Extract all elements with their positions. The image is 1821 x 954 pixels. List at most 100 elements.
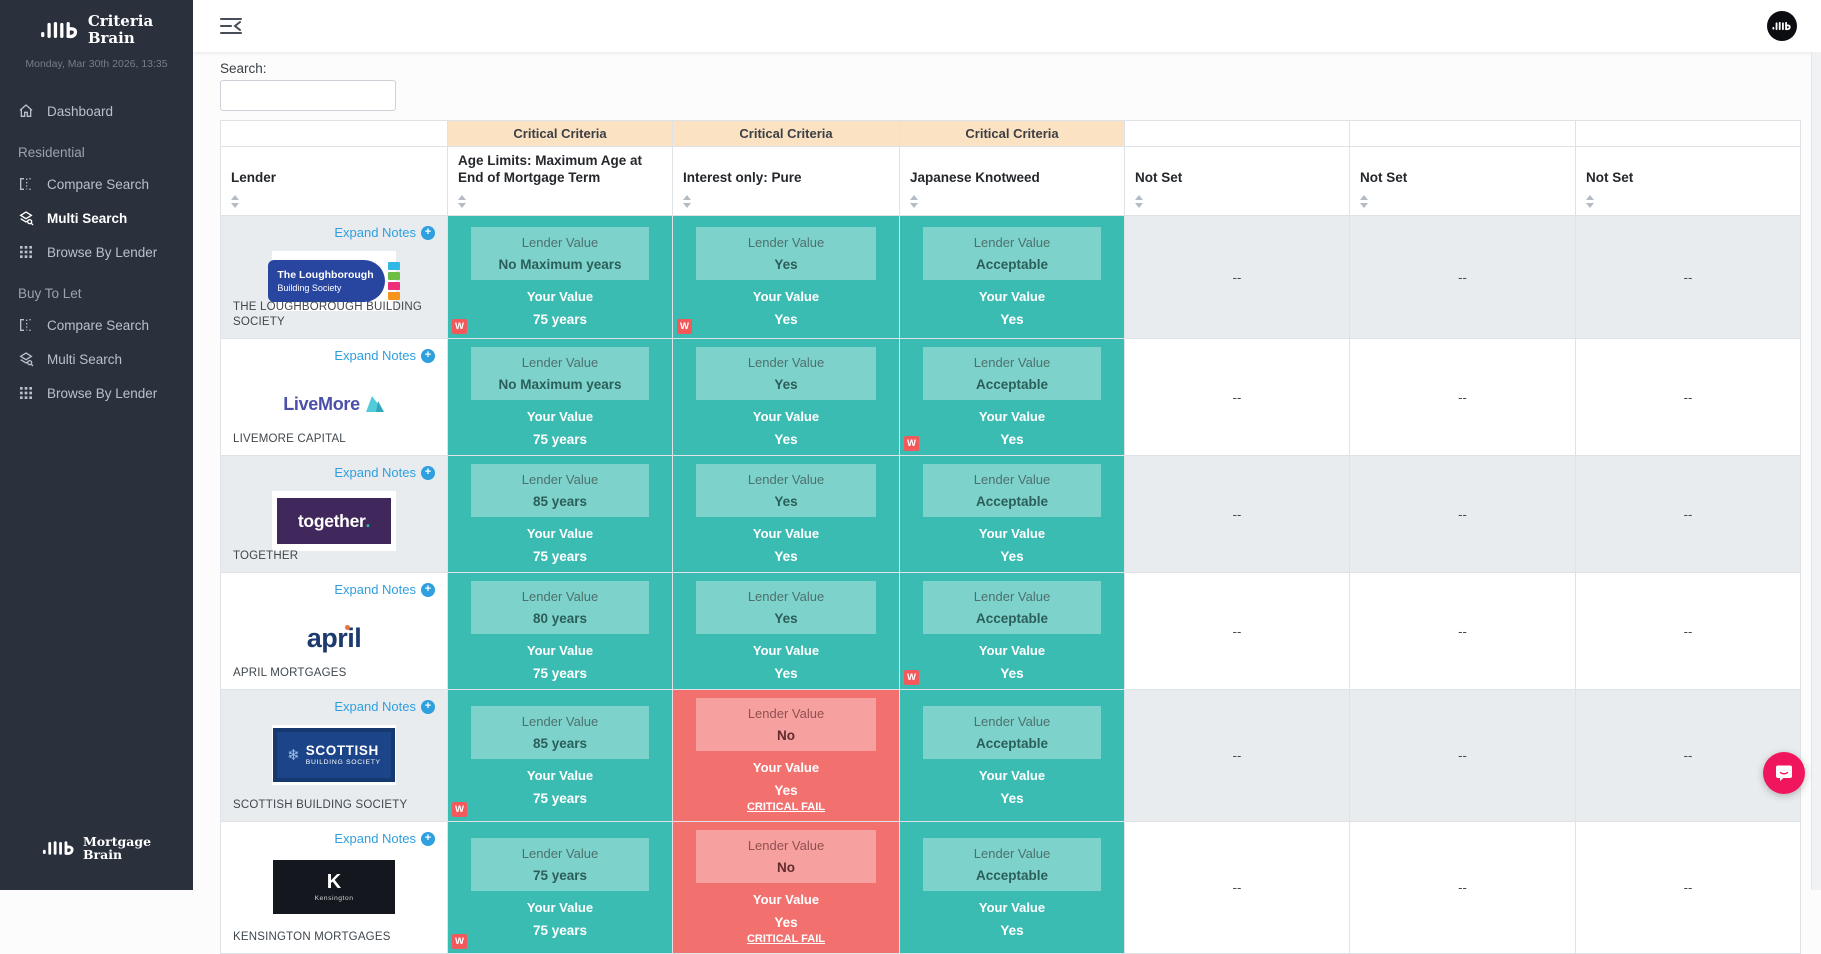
column-header-japanese-knotweed: Japanese Knotweed — [899, 146, 1125, 216]
expand-notes-link[interactable]: Expand Notes + — [334, 348, 435, 363]
logo-art: LiveMore — [283, 394, 385, 415]
empty-cell: -- — [1349, 215, 1576, 339]
lender-value: No — [777, 860, 795, 875]
sidebar-section-residential: Residential — [18, 145, 85, 160]
expand-notes-link[interactable]: Expand Notes + — [334, 465, 435, 480]
your-value-label: Your Value — [526, 409, 594, 424]
brand-line1: Criteria — [87, 12, 154, 30]
your-value-label: Your Value — [752, 289, 820, 304]
empty-cell: -- — [1575, 455, 1801, 573]
lender-value-box: Lender Value Acceptable — [922, 227, 1102, 280]
layered-search-icon — [19, 211, 34, 226]
lender-cell: Expand Notes + together. TOGETHER — [220, 455, 448, 573]
stripe — [387, 282, 400, 290]
warning-badge[interactable]: W — [452, 934, 467, 949]
logo-text: LiveMore — [283, 393, 360, 414]
warning-badge[interactable]: W — [452, 802, 467, 817]
warning-badge[interactable]: W — [904, 436, 919, 451]
expand-notes-link[interactable]: Expand Notes + — [334, 582, 435, 597]
sidebar-item-btl-multi-search[interactable]: Multi Search — [0, 342, 193, 376]
sort-icon[interactable] — [1360, 195, 1368, 208]
table-row: Expand Notes + april APRIL MORTGAGES Lender … — [220, 572, 1801, 690]
empty-cell: -- — [1124, 455, 1350, 573]
logo-line1: SCOTTISH — [305, 742, 379, 758]
sidebar: Criteria Brain Monday, Mar 30th 2026, 13… — [0, 0, 193, 890]
chat-bubble-icon — [1776, 765, 1792, 781]
criteria-cell: Lender Value No Your Value Yes CRITICAL FAIL — [672, 821, 900, 954]
column-header-row: Lender Age Limits: Maximum Age at End of… — [220, 146, 1801, 216]
menu-fold-icon — [220, 18, 242, 34]
sort-icon[interactable] — [231, 195, 239, 208]
table-row: Expand Notes + The Loughborough Building So… — [220, 215, 1801, 339]
sort-icon[interactable] — [1135, 195, 1143, 208]
lender-value-box: Lender Value No — [696, 830, 876, 883]
footer-brand-line2: Brain — [82, 847, 123, 863]
sort-icon[interactable] — [458, 195, 466, 208]
your-value: Yes — [774, 666, 798, 681]
lender-value-label: Lender Value — [973, 845, 1051, 861]
home-icon — [19, 104, 33, 117]
sidebar-collapse-button[interactable] — [219, 15, 243, 37]
stripe — [387, 292, 400, 300]
sort-icon[interactable] — [1586, 195, 1594, 208]
app-logo: Criteria Brain — [0, 0, 193, 48]
livemore-logo: LiveMore — [272, 374, 396, 434]
expand-notes-link[interactable]: Expand Notes + — [334, 831, 435, 846]
sidebar-item-label: Compare Search — [47, 176, 150, 192]
lender-value-box: Lender Value 85 years — [470, 705, 650, 759]
sidebar-item-dashboard[interactable]: Dashboard — [0, 94, 193, 128]
your-value: Yes — [1000, 666, 1024, 681]
sort-icon[interactable] — [683, 195, 691, 208]
sidebar-item-residential-browse-by-lender[interactable]: Browse By Lender — [0, 235, 193, 269]
group-header-row: Critical Criteria Critical Criteria Crit… — [220, 120, 1801, 147]
april-logo: april — [272, 608, 396, 668]
sidebar-item-residential-multi-search[interactable]: Multi Search — [0, 201, 193, 235]
sidebar-item-residential-compare-search[interactable]: Compare Search — [0, 167, 193, 201]
group-header-critical: Critical Criteria — [447, 120, 673, 147]
expand-notes-link[interactable]: Expand Notes + — [334, 699, 435, 714]
lender-cell: Expand Notes + K Kensington KENSINGTON MORTG… — [220, 821, 448, 954]
lender-value-label: Lender Value — [521, 355, 599, 370]
lender-value-label: Lender Value — [747, 472, 825, 487]
lender-value: 75 years — [532, 867, 588, 883]
logo-text: april — [306, 622, 362, 653]
user-avatar[interactable] — [1767, 11, 1797, 41]
lender-value-label: Lender Value — [747, 235, 825, 250]
sidebar-item-label: Multi Search — [47, 351, 123, 367]
lender-value-box: Lender Value Acceptable — [922, 464, 1102, 517]
lender-value: Yes — [774, 257, 798, 272]
warning-badge[interactable]: W — [677, 319, 692, 334]
lender-name: LIVEMORE CAPITAL — [233, 433, 346, 446]
criteria-cell: Lender Value 75 years Your Value 75 years W — [447, 821, 673, 954]
lender-value: Acceptable — [975, 611, 1048, 626]
empty-cell: -- — [1575, 215, 1801, 339]
lender-value: Acceptable — [975, 867, 1048, 883]
warning-badge[interactable]: W — [452, 319, 467, 334]
empty-cell: -- — [1575, 572, 1801, 690]
sort-icon[interactable] — [910, 195, 918, 208]
logo-text: together — [297, 510, 366, 531]
empty-cell: -- — [1575, 821, 1801, 954]
sidebar-item-btl-compare-search[interactable]: Compare Search — [0, 308, 193, 342]
warning-badge[interactable]: W — [904, 670, 919, 685]
sidebar-item-label: Multi Search — [47, 210, 128, 226]
lender-value-label: Lender Value — [521, 589, 599, 604]
lender-value-box: Lender Value No Maximum years — [470, 227, 650, 280]
search-input[interactable] — [220, 80, 396, 111]
sidebar-item-btl-browse-by-lender[interactable]: Browse By Lender — [0, 376, 193, 410]
chat-button[interactable] — [1763, 752, 1805, 794]
vertical-scrollbar[interactable] — [1811, 52, 1821, 890]
your-value: 75 years — [532, 312, 588, 327]
your-value: Yes — [774, 549, 798, 564]
plus-circle-icon: + — [421, 225, 435, 240]
your-value: 75 years — [532, 790, 588, 806]
mortgage-brain-logo: Mortgage Brain — [0, 834, 193, 891]
lender-cell: Expand Notes + april APRIL MORTGAGES — [220, 572, 448, 690]
empty-cell: -- — [1124, 215, 1350, 339]
content: Search: Critical Criteria Critical Crite… — [193, 52, 1821, 954]
lender-name: KENSINGTON MORTGAGES — [233, 931, 391, 944]
sidebar-item-label: Dashboard — [47, 103, 114, 119]
your-value-label: Your Value — [752, 643, 820, 658]
topbar — [193, 0, 1821, 52]
expand-notes-link[interactable]: Expand Notes + — [334, 225, 435, 240]
